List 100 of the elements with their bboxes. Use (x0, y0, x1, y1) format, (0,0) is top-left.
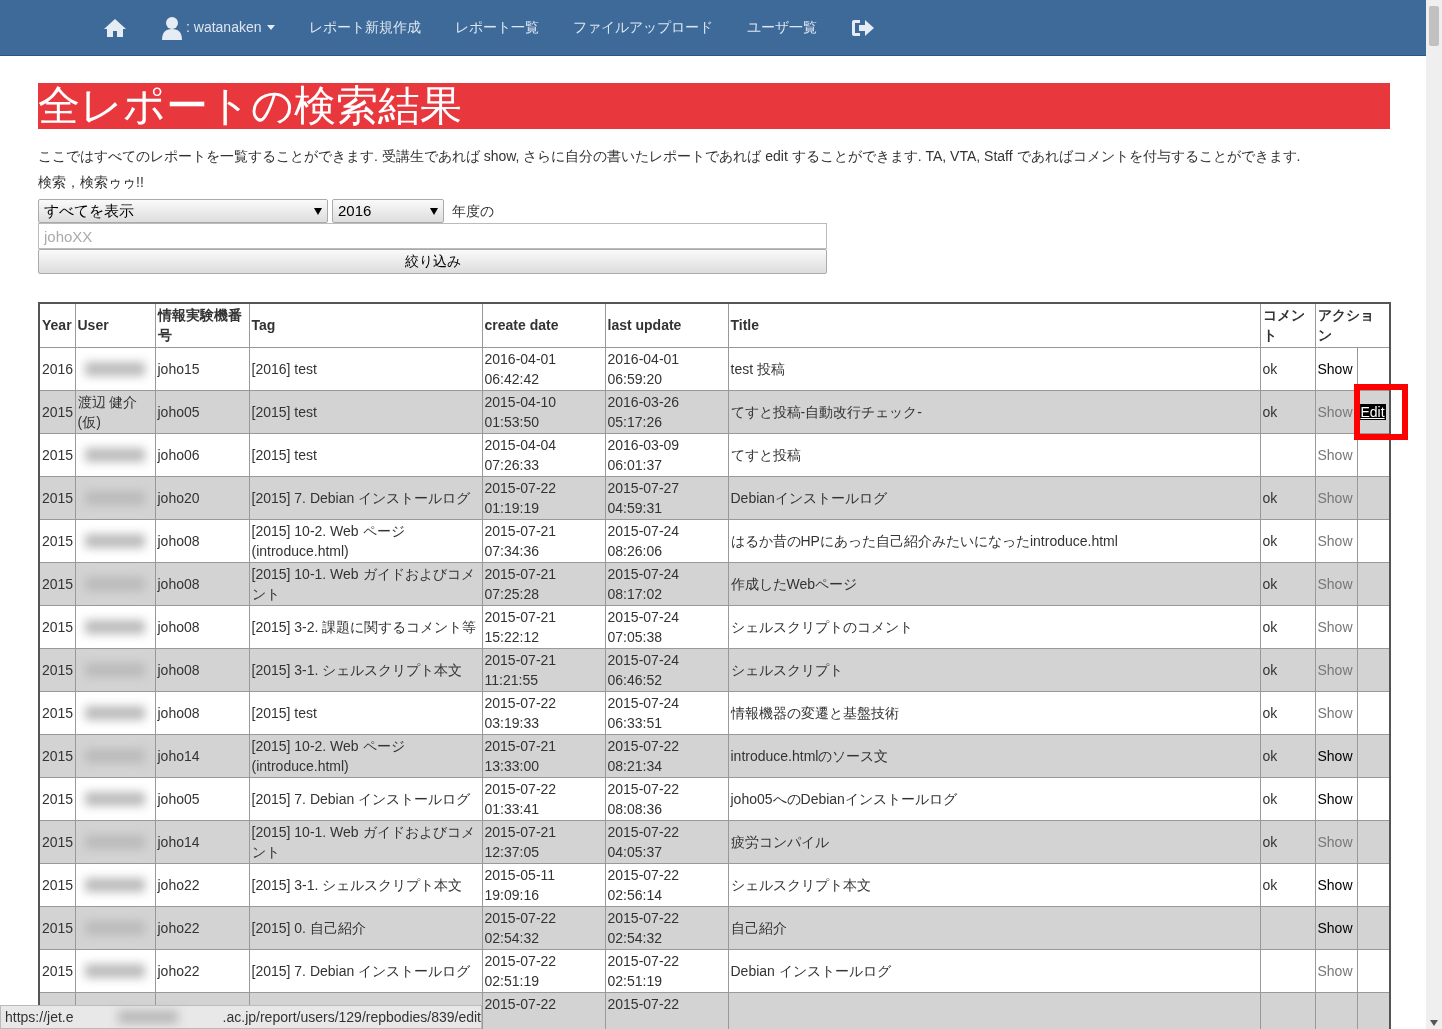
table-cell: 2015 (42, 876, 74, 893)
table-cell: [2015] 7. Debian インストールログ (251, 489, 471, 506)
nav-link[interactable]: レポート新規作成 (291, 0, 438, 56)
blurred-url (118, 1010, 179, 1024)
table-cell: joho14 (157, 747, 200, 764)
table-cell: joho05 (157, 403, 200, 420)
column-header: User (75, 303, 155, 347)
blurred-name (85, 619, 145, 634)
table-cell: 2015-04-10 01:53:50 (484, 393, 557, 430)
scrollbar[interactable] (1426, 0, 1442, 1029)
table-cell: 2015-07-22 03:19:33 (484, 694, 557, 731)
table-cell: joho08 (157, 618, 200, 635)
nav-link[interactable]: ユーザ一覧 (729, 0, 834, 56)
table-cell: [2015] 3-1. シェルスクリプト本文 (251, 876, 463, 893)
table-cell: [2015] test (251, 403, 317, 420)
table-cell: joho22 (157, 919, 200, 936)
column-header: コメント (1260, 303, 1315, 347)
table-cell: 2015-07-27 04:59:31 (607, 479, 680, 516)
table-cell: [2015] 10-2. Web ページ (introduce.html) (251, 737, 405, 774)
table-cell: [2015] 3-2. 課題に関するコメント等 (251, 618, 477, 635)
table-cell: [2015] test (251, 446, 317, 463)
table-cell: 2015 (42, 962, 74, 979)
table-cell: joho05 (157, 790, 200, 807)
page-heading: 全レポートの検索結果 (38, 83, 1390, 129)
table-cell: joho20 (157, 489, 200, 506)
table-cell: 2015 (42, 790, 74, 807)
url-text: https://jet.e (5, 1007, 74, 1027)
table-cell: [2015] 7. Debian インストールログ (251, 962, 471, 979)
blurred-name (85, 361, 145, 376)
table-cell: test 投稿 (730, 360, 785, 377)
year-label: 年度の (452, 201, 494, 221)
table-cell: ok (1262, 575, 1278, 592)
table-cell: joho22 (157, 876, 200, 893)
table-cell: 2015-07-24 06:33:51 (607, 694, 680, 731)
table-cell: 2015 (42, 446, 74, 463)
table-cell: 2015 (42, 704, 74, 721)
table-cell: 2015 (42, 919, 74, 936)
blurred-name (85, 447, 145, 462)
table-cell: [2015] test (251, 704, 317, 721)
table-cell: シェルスクリプト本文 (730, 876, 871, 893)
filter-button[interactable]: 絞り込み (38, 249, 827, 274)
table-cell: [2015] 0. 自己紹介 (251, 919, 366, 936)
table-cell: ok (1262, 747, 1278, 764)
user-menu[interactable]: : watanaken (144, 0, 292, 56)
blurred-name (85, 705, 145, 720)
table-cell: ok (1262, 532, 1278, 549)
table-cell: 2015-07-21 07:34:36 (484, 522, 557, 559)
select-dropdown[interactable]: 2016 (332, 199, 444, 223)
caret-icon (266, 25, 275, 30)
table-cell: ok (1262, 833, 1278, 850)
table-cell: 2015-07-22 08:21:34 (607, 737, 680, 774)
scrollbar-thumb[interactable] (1429, 6, 1439, 46)
table-cell: 2015 (42, 575, 74, 592)
home-icon (103, 17, 127, 38)
column-header: Title (728, 303, 1260, 347)
table-cell: 2016-03-09 06:01:37 (607, 436, 680, 473)
table-cell: [2015] 10-1. Web ガイドおよびコメント (251, 823, 475, 860)
table-cell: ok (1262, 704, 1278, 721)
table-cell: [2015] 10-1. Web ガイドおよびコメント (251, 565, 475, 602)
table-cell: 2015-07-22 02:56:14 (607, 866, 680, 903)
table-cell: Debian インストールログ (730, 962, 891, 979)
nav-link[interactable]: ファイルアップロード (555, 0, 730, 56)
column-header: create date (482, 303, 605, 347)
table-cell: 2015 (42, 532, 74, 549)
table-cell: joho05へのDebianインストールログ (730, 790, 957, 807)
table-cell: joho14 (157, 833, 200, 850)
table-cell: 2015 (42, 403, 74, 420)
nav-link[interactable]: レポート一覧 (437, 0, 556, 56)
table-cell: 2015-04-04 07:26:33 (484, 436, 557, 473)
table-cell: シェルスクリプトのコメント (730, 618, 913, 635)
edit-link[interactable]: Edit (1359, 403, 1386, 420)
table-cell: introduce.htmlのソース文 (730, 747, 889, 764)
table-cell: joho06 (157, 446, 200, 463)
table-cell: シェルスクリプト (730, 661, 843, 678)
table-cell: 2015-07-21 07:25:28 (484, 565, 557, 602)
table-cell: [2015] 3-1. シェルスクリプト本文 (251, 661, 463, 678)
table-cell: 2016-04-01 06:59:20 (607, 350, 680, 387)
subtitle-text: 検索，検索ゥゥ!! (38, 173, 145, 192)
select-dropdown[interactable]: すべてを表示 (38, 199, 328, 223)
table-cell: joho15 (157, 360, 200, 377)
dropdown-arrow-icon (314, 207, 322, 215)
search-field[interactable]: johoXX (38, 223, 827, 249)
column-header: last update (605, 303, 728, 347)
table-cell: 2015 (42, 747, 74, 764)
table-cell: てすと投稿 (730, 446, 801, 463)
scroll-down-arrow-icon[interactable] (1430, 1020, 1438, 1026)
table-cell: ok (1262, 876, 1278, 893)
blurred-name (85, 963, 145, 978)
blurred-name (85, 791, 145, 806)
blurred-name (85, 877, 145, 892)
table-cell: 2015 (42, 618, 74, 635)
column-header: Year (39, 303, 75, 347)
table-cell: 2015-07-22 01:19:19 (484, 479, 557, 516)
table-cell: joho22 (157, 962, 200, 979)
table-cell: 情報機器の変遷と基盤技術 (730, 704, 899, 721)
table-cell: 2015-07-22 02:54:32 (607, 909, 680, 946)
table-cell: 2015-05-11 19:09:16 (484, 866, 556, 903)
logout-icon (850, 17, 875, 38)
table-cell: 自己紹介 (730, 919, 787, 936)
table-cell: 2015 (42, 833, 74, 850)
